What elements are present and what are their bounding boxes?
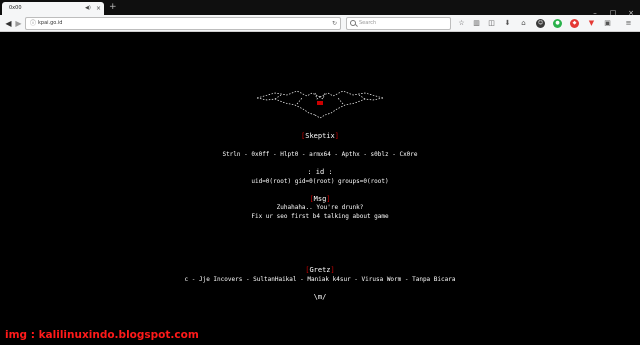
pocket-icon[interactable]: ◫	[487, 19, 496, 28]
gretz-heading: [Gretz]	[0, 266, 640, 274]
msg-heading: [Msg]	[0, 195, 640, 203]
search-input[interactable]: Search	[346, 17, 451, 30]
tab-strip: 0x00 ◀) × + – □ ×	[0, 0, 640, 17]
emoji-extension-icon[interactable]: ☺	[536, 19, 545, 28]
search-icon	[350, 20, 356, 26]
shield-extension-icon[interactable]: ▼	[587, 19, 596, 28]
msg-label: Msg	[313, 195, 327, 203]
menu-icon[interactable]: ≡	[624, 19, 633, 28]
window-controls: – □ ×	[586, 0, 640, 17]
new-tab-button[interactable]: +	[109, 1, 117, 13]
msg-line-1: Zuhahaha.. You're drunk?	[276, 204, 364, 211]
green-extension-icon[interactable]: ●	[553, 19, 562, 28]
search-placeholder: Search	[359, 20, 377, 26]
info-icon[interactable]: ⓘ	[30, 18, 36, 29]
members-line: Strln - 0x0ff - Hlpt0 - armx64 - Apthx -…	[222, 151, 418, 158]
navigation-toolbar: ◀ ▶ ⓘ kpai.go.id ↻ Search ☆ ▥ ◫ ⬇ ⌂ ☺ ● …	[0, 15, 640, 32]
signoff: \m/	[313, 293, 327, 301]
reload-icon[interactable]: ↻	[332, 18, 337, 29]
bat-logo	[0, 87, 640, 127]
bracket-close: ]	[334, 132, 339, 140]
speaker-icon[interactable]: ◀)	[85, 2, 91, 15]
bracket-close: ]	[330, 266, 335, 274]
gretz-label: Gretz	[309, 266, 331, 274]
tab-title: 0x00	[9, 5, 22, 11]
id-heading: : id :	[307, 168, 333, 176]
skeptix-heading: [Skeptix]	[0, 132, 640, 140]
download-icon[interactable]: ⬇	[503, 19, 512, 28]
forward-icon[interactable]: ▶	[13, 18, 24, 29]
red-emblem	[317, 101, 323, 105]
url-text[interactable]: kpai.go.id	[38, 18, 62, 29]
bookmark-star-icon[interactable]: ☆	[457, 19, 466, 28]
id-output: uid=0(root) gid=0(root) groups=0(root)	[251, 178, 389, 185]
skeptix-label: Skeptix	[305, 132, 335, 140]
tab-close-button[interactable]: ×	[96, 2, 101, 15]
page-content: [Skeptix] Strln - 0x0ff - Hlpt0 - armx64…	[0, 32, 640, 345]
library-icon[interactable]: ▥	[472, 19, 481, 28]
bracket-close: ]	[326, 195, 331, 203]
url-bar[interactable]: ⓘ kpai.go.id ↻	[25, 17, 341, 30]
adblock-extension-icon[interactable]: ◆	[570, 19, 579, 28]
gretz-line: c - Jje Incovers - SultanHaikal - Maniak…	[184, 276, 456, 283]
bat-ascii-art-icon	[256, 90, 384, 119]
home-icon[interactable]: ⌂	[519, 19, 528, 28]
screenshot-icon[interactable]: ▣	[603, 19, 612, 28]
watermark-text: img : kalilinuxindo.blogspot.com	[5, 329, 199, 341]
msg-line-2: Fix ur seo first b4 talking about game	[251, 213, 389, 220]
browser-tab[interactable]: 0x00 ◀) ×	[2, 2, 104, 15]
